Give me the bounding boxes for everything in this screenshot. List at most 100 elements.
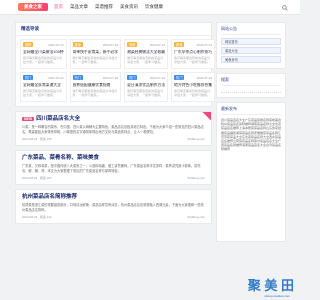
card-tag: 推荐 (174, 42, 185, 47)
sidebar: 网站公告 网站首页 菜品大全 美食资讯 搜索 最新发布 四川菜品店名大全广东菜品… (216, 22, 286, 246)
article-card[interactable]: NEW 四川菜品店名大全 川菜，是一种著名的菜系，在中国，四川菜以麻辣为主要特色，菜… (15, 111, 212, 146)
section-title: 精选导读 (16, 23, 211, 36)
article-card[interactable]: 广东菜品、菜肴名称、菜味美食广东菜，又称粤菜，是中国传统八大菜系之一，以选料精细… (15, 150, 212, 185)
featured-card[interactable]: 推荐 2023-07-23 广东早茶点心制作技巧 我们每天都会有新的菜品分享给大家，一… (171, 39, 216, 69)
card-tag: 热门 (23, 75, 34, 80)
nav-item-news[interactable]: 美食资讯 (120, 4, 138, 10)
nav-item-health[interactable]: 饮食健康 (145, 4, 163, 10)
card-date: 2023-07-23 (102, 42, 119, 47)
card-date: 2023-07-23 (196, 42, 213, 47)
article-excerpt: 广东菜，又称粤菜，是中国传统八大菜系之一，以选料精细、做工讲究著称。广东菜品名称… (22, 164, 201, 173)
article-title[interactable]: 杭州菜品店名简称推荐 (22, 194, 205, 201)
card-title[interactable]: 夏日清凉饮品制作方法 (127, 83, 165, 88)
top-navbar: 美食之家 首页 菜品文章 菜谱推荐 美食资讯 饮食健康 (0, 0, 300, 15)
card-desc: 我们每天都会有新的菜品分享给大家，一起学习做菜。 (174, 89, 211, 97)
sidebar-link-dishes[interactable]: 菜品大全 (221, 47, 281, 54)
card-header: 推荐 2023-07-23 (174, 42, 212, 47)
article-title[interactable]: 广东菜品、菜肴名称、菜味美食 (22, 155, 205, 162)
sidebar-links-title: 网站公告 (221, 26, 281, 35)
article-date-views: 2024-08-23 阅读 187 (22, 176, 52, 180)
corner-ribbon (199, 112, 211, 124)
card-date: 2023-07-23 (149, 42, 166, 47)
main-nav: 首页 菜品文章 菜谱推荐 美食资讯 饮食健康 (54, 4, 170, 10)
card-tag: 热门 (127, 75, 138, 80)
article-views: 阅读 142 (39, 215, 52, 219)
card-tag: 热门 (72, 75, 83, 80)
article-list: NEW 四川菜品店名大全 川菜，是一种著名的菜系，在中国，四川菜以麻辣为主要特色，菜… (15, 111, 212, 224)
sidebar-search-card: 搜索 (216, 73, 286, 98)
card-title[interactable]: 全网最全川菜做法100种 (23, 50, 64, 55)
card-desc: 我们每天都会有新的菜品分享给大家，一起学习做菜。 (23, 89, 63, 97)
card-date: 2023-07-23 (102, 75, 119, 80)
article-card[interactable]: 杭州菜品店名简称推荐 杭帮菜是浙江菜的重要组成部分，口味清淡鲜美，菜品名称富有诗意… (15, 189, 212, 224)
card-tag: 推荐 (23, 42, 34, 47)
card-title[interactable]: 广东早茶点心制作技巧 (174, 50, 212, 55)
article-title-text[interactable]: 杭州菜品店名简称推荐 (22, 194, 77, 200)
search-icon[interactable] (280, 4, 290, 11)
featured-card[interactable]: 推荐 2023-07-23 简单快手家常菜，新手必学 我们每天都会有新的菜品分享给大家… (69, 39, 122, 69)
featured-card[interactable]: 热门 2023-07-23 地方特色小吃推荐合集 我们每天都会有新的菜品分享给大家，一… (171, 72, 216, 102)
sidebar-links-card: 网站公告 网站首页 菜品大全 美食资讯 (216, 22, 286, 69)
card-title[interactable]: 简单快手家常菜，新手必学 (73, 50, 119, 55)
card-date: 2023-07-23 (48, 75, 64, 80)
featured-card[interactable]: 热门 2023-07-23 全网最全家常菜谱大全 我们每天都会有新的菜品分享给大家，一… (20, 72, 67, 102)
article-excerpt: 川菜，是一种著名的菜系，在中国，四川菜以麻辣为主要特色，菜品店名也极具地方特色，… (22, 125, 204, 134)
sidebar-link-news[interactable]: 美食资讯 (221, 56, 281, 63)
featured-card[interactable]: 热门 2023-07-23 夏日清凉饮品制作方法 我们每天都会有新的菜品分享给大家，一… (124, 72, 169, 102)
card-tag: 推荐 (127, 42, 138, 47)
main-column: 精选导读 推荐 2023-07-23 全网最全川菜做法100种 我们每天都会有新的菜品… (15, 22, 216, 224)
article-title-text[interactable]: 广东菜品、菜肴名称、菜味美食 (22, 155, 99, 161)
card-tag: 推荐 (72, 42, 83, 47)
card-date: 2023-07-23 (149, 75, 166, 80)
card-header: 推荐 2023-07-23 (23, 42, 64, 47)
card-title[interactable]: 地方特色小吃推荐合集 (174, 83, 212, 88)
card-title[interactable]: 营养搭配健康饮食指南 (73, 83, 119, 88)
sidebar-search-title: 搜索 (221, 77, 281, 86)
article-date-views: 2024-08-23 阅读 235 (22, 137, 52, 141)
nav-item-recipes[interactable]: 菜谱推荐 (95, 4, 113, 10)
nav-item-articles[interactable]: 菜品文章 (70, 4, 88, 10)
card-desc: 我们每天都会有新的菜品分享给大家，一起学习做菜。 (174, 56, 211, 64)
nav-item-home[interactable]: 首页 (54, 4, 63, 10)
card-title[interactable]: 全网最全家常菜谱大全 (23, 83, 64, 88)
article-date-views: 2024-08-23 阅读 142 (22, 215, 52, 219)
featured-card[interactable]: 热门 2023-07-23 营养搭配健康饮食指南 我们每天都会有新的菜品分享给大家，一… (69, 72, 122, 102)
sidebar-recent-title: 最新发布 (221, 106, 281, 115)
card-header: 热门 2023-07-23 (127, 75, 165, 80)
card-header: 热门 2023-07-23 (23, 75, 64, 80)
card-desc: 我们每天都会有新的菜品分享给大家，一起学习做菜。 (72, 89, 118, 97)
card-desc: 我们每天都会有新的菜品分享给大家，一起学习做菜。 (127, 89, 164, 97)
card-desc: 我们每天都会有新的菜品分享给大家，一起学习做菜。 (72, 56, 118, 64)
card-tag: 热门 (174, 75, 185, 80)
sidebar-link-home[interactable]: 网站首页 (221, 38, 281, 45)
article-meta: 2024-08-23 阅读 142 52dfang.com (22, 215, 205, 219)
site-logo[interactable]: 美食之家 (18, 3, 48, 11)
recent-posts-text[interactable]: 四川菜品店名大全广东菜品菜肴名称菜味美食杭州菜品店名简称推荐湖南菜品名称大全北京… (221, 118, 281, 238)
article-date: 2024-08-23 (22, 137, 38, 141)
divider (221, 89, 281, 93)
featured-card[interactable]: 推荐 2023-07-23 全网最全川菜做法100种 我们每天都会有新的菜品分享给大家… (20, 39, 67, 69)
sidebar-recent-card: 最新发布 四川菜品店名大全广东菜品菜肴名称菜味美食杭州菜品店名简称推荐湖南菜品名… (216, 102, 286, 242)
card-title[interactable]: 湘菜经典做法大全收藏 (127, 50, 165, 55)
article-views: 阅读 187 (39, 176, 52, 180)
card-header: 热门 2023-07-23 (72, 75, 119, 80)
card-desc: 我们每天都会有新的菜品分享给大家，一起学习做菜。 (23, 56, 63, 64)
article-source[interactable]: 52dfang.com (188, 176, 205, 180)
card-header: 推荐 2023-07-23 (72, 42, 119, 47)
watermark-url: www.jumeitian.com (264, 294, 290, 298)
article-source[interactable]: 52dfang.com (188, 137, 205, 141)
article-badge: NEW (22, 117, 35, 121)
article-views: 阅读 235 (39, 137, 52, 141)
featured-card[interactable]: 推荐 2023-07-23 湘菜经典做法大全收藏 我们每天都会有新的菜品分享给大家，一… (124, 39, 169, 69)
card-header: 推荐 2023-07-23 (127, 42, 165, 47)
article-source[interactable]: 52dfang.com (188, 215, 205, 219)
article-meta: 2024-08-23 阅读 187 52dfang.com (22, 176, 205, 180)
featured-section: 精选导读 推荐 2023-07-23 全网最全川菜做法100种 我们每天都会有新的菜品… (15, 22, 216, 107)
card-desc: 我们每天都会有新的菜品分享给大家，一起学习做菜。 (127, 56, 164, 64)
article-date: 2024-08-23 (22, 215, 38, 219)
card-header: 热门 2023-07-23 (174, 75, 212, 80)
card-date: 2023-07-23 (196, 75, 213, 80)
card-date: 2023-07-23 (48, 42, 64, 47)
article-title-text[interactable]: 四川菜品店名大全 (36, 116, 80, 122)
article-title[interactable]: NEW 四川菜品店名大全 (22, 116, 205, 123)
